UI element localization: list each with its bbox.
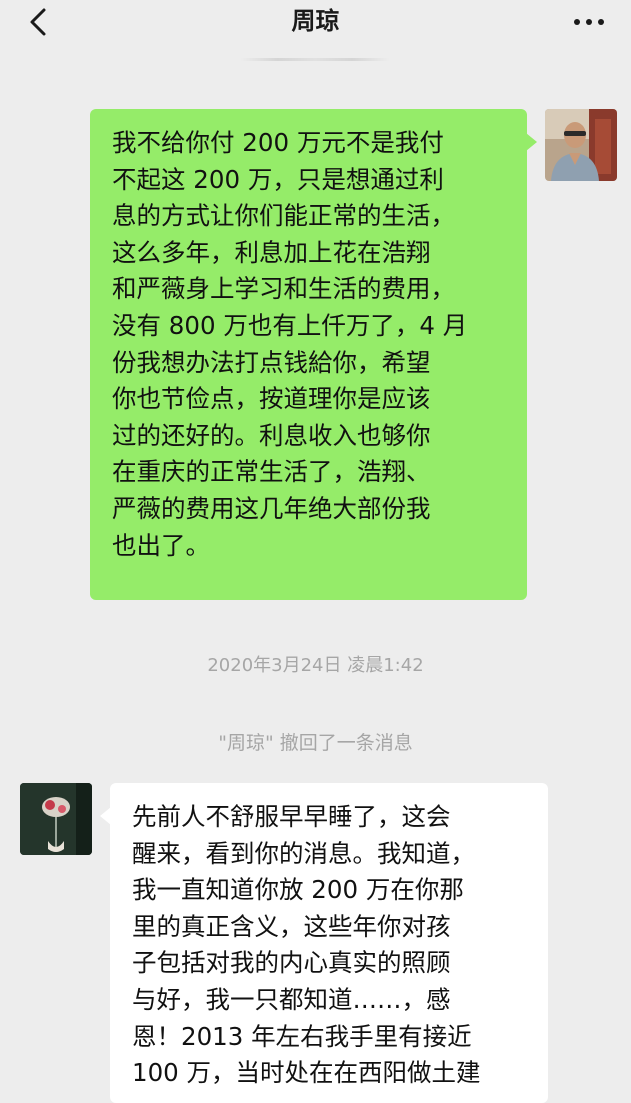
message-line: 醒来，看到你的消息。我知道， — [132, 838, 475, 868]
message-line: 过的还好的。利息收入也够你 — [112, 420, 431, 450]
message-line: 份我想办法打点钱給你，希望 — [112, 347, 431, 377]
message-timestamp: 2020年3月24日 凌晨1:42 — [207, 655, 424, 676]
chat-header: 周琼 — [0, 0, 631, 44]
message-line: 不起这 200 万，只是想通过利 — [112, 164, 444, 194]
contact-avatar-photo — [20, 783, 92, 855]
message-line: 严薇的费用这几年绝大部份我 — [112, 493, 431, 523]
message-line: 你也节俭点，按道理你是应该 — [112, 384, 431, 414]
recall-notice: "周琼" 撤回了一条消息 — [218, 732, 413, 754]
avatar[interactable] — [545, 109, 617, 181]
message-line: 在重庆的正常生活了，浩翔、 — [112, 457, 431, 487]
avatar[interactable] — [20, 783, 92, 855]
message-line: 没有 800 万也有上仟万了，4 月 — [112, 310, 468, 340]
message-line: 恩！2013 年左右我手里有接近 — [132, 1021, 472, 1051]
message-line: 子包括对我的内心真实的照顾 — [132, 948, 451, 978]
received-message-bubble[interactable]: 先前人不舒服早早睡了，这会 醒来，看到你的消息。我知道， 我一直知道你放 200… — [100, 783, 548, 1103]
message-line: 与好，我一只都知道……，感 — [132, 984, 451, 1014]
message-line: 息的方式让你们能正常的生活， — [112, 201, 455, 231]
message-line: 和严薇身上学习和生活的费用， — [112, 274, 455, 304]
user-avatar-photo — [545, 109, 617, 181]
message-line: 先前人不舒服早早睡了，这会 — [132, 802, 451, 831]
more-dots-icon — [574, 19, 604, 25]
message-line: 也出了。 — [112, 530, 210, 560]
message-line: 我不给你付 200 万元不是我付 — [112, 128, 444, 157]
message-line: 里的真正含义，这些年你对孩 — [132, 911, 451, 941]
chat-title: 周琼 — [291, 7, 340, 35]
message-line: 我一直知道你放 200 万在你那 — [132, 875, 464, 905]
message-line: 这么多年，利息加上花在浩翔 — [112, 237, 431, 267]
message-line: 100 万，当时处在在西阳做土建 — [132, 1058, 481, 1088]
sent-message-bubble[interactable]: 我不给你付 200 万元不是我付 不起这 200 万，只是想通过利 息的方式让你… — [90, 109, 537, 600]
faded-divider — [240, 58, 390, 61]
more-button[interactable] — [569, 8, 609, 36]
